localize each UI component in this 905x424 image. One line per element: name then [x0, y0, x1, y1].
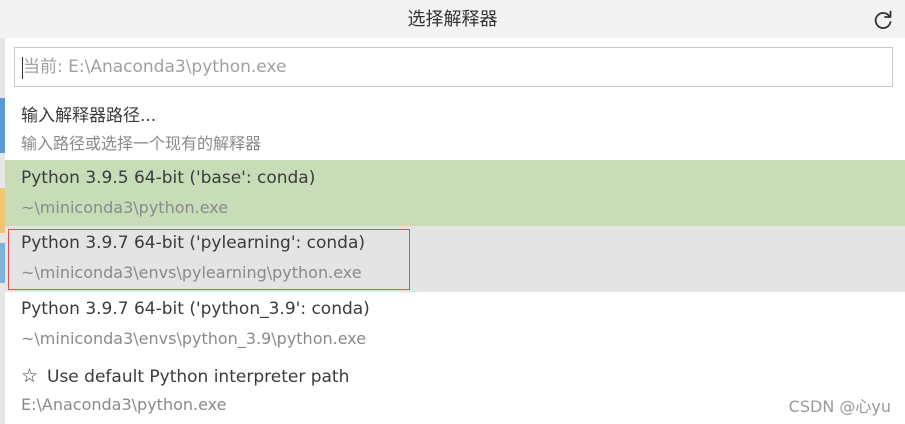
- picker-title: 选择解释器: [407, 9, 498, 30]
- item-detail: ~\miniconda3\envs\python_3.9\python.exe: [21, 329, 367, 348]
- item-label: Python 3.9.7 64-bit ('pylearning': conda…: [21, 233, 366, 253]
- item-detail: ~\miniconda3\python.exe: [21, 198, 229, 217]
- list-item-base[interactable]: Python 3.9.5 64-bit ('base': conda) ~\mi…: [5, 160, 905, 226]
- item-label: 输入解释器路径...: [21, 106, 157, 126]
- list-item-python-3-9[interactable]: Python 3.9.7 64-bit ('python_3.9': conda…: [5, 292, 905, 358]
- item-detail: 输入路径或选择一个现有的解释器: [21, 134, 262, 153]
- search-box: [14, 47, 893, 87]
- text-caret: [22, 57, 23, 79]
- item-label: Use default Python interpreter path: [47, 367, 350, 387]
- item-label-row: ☆ Use default Python interpreter path: [21, 365, 349, 387]
- search-input[interactable]: [15, 48, 892, 86]
- item-label: Python 3.9.7 64-bit ('python_3.9': conda…: [21, 299, 370, 319]
- picker-titlebar: 选择解释器: [0, 0, 905, 38]
- list-item-enter-path[interactable]: 输入解释器路径... 输入路径或选择一个现有的解释器: [5, 95, 905, 157]
- star-icon: ☆: [21, 365, 39, 387]
- item-label: Python 3.9.5 64-bit ('base': conda): [21, 168, 316, 188]
- refresh-icon[interactable]: [871, 8, 895, 32]
- item-detail: E:\Anaconda3\python.exe: [21, 395, 227, 414]
- interpreter-picker: 选择解释器 输入解释器路径... 输入路径或选择一个现有的解释器 Python …: [0, 0, 905, 424]
- item-detail: ~\miniconda3\envs\pylearning\python.exe: [21, 263, 362, 282]
- list-item-default-path[interactable]: ☆ Use default Python interpreter path E:\…: [5, 358, 905, 424]
- list-item-pylearning[interactable]: Python 3.9.7 64-bit ('pylearning': conda…: [5, 226, 905, 292]
- watermark: CSDN @心yu: [788, 397, 891, 416]
